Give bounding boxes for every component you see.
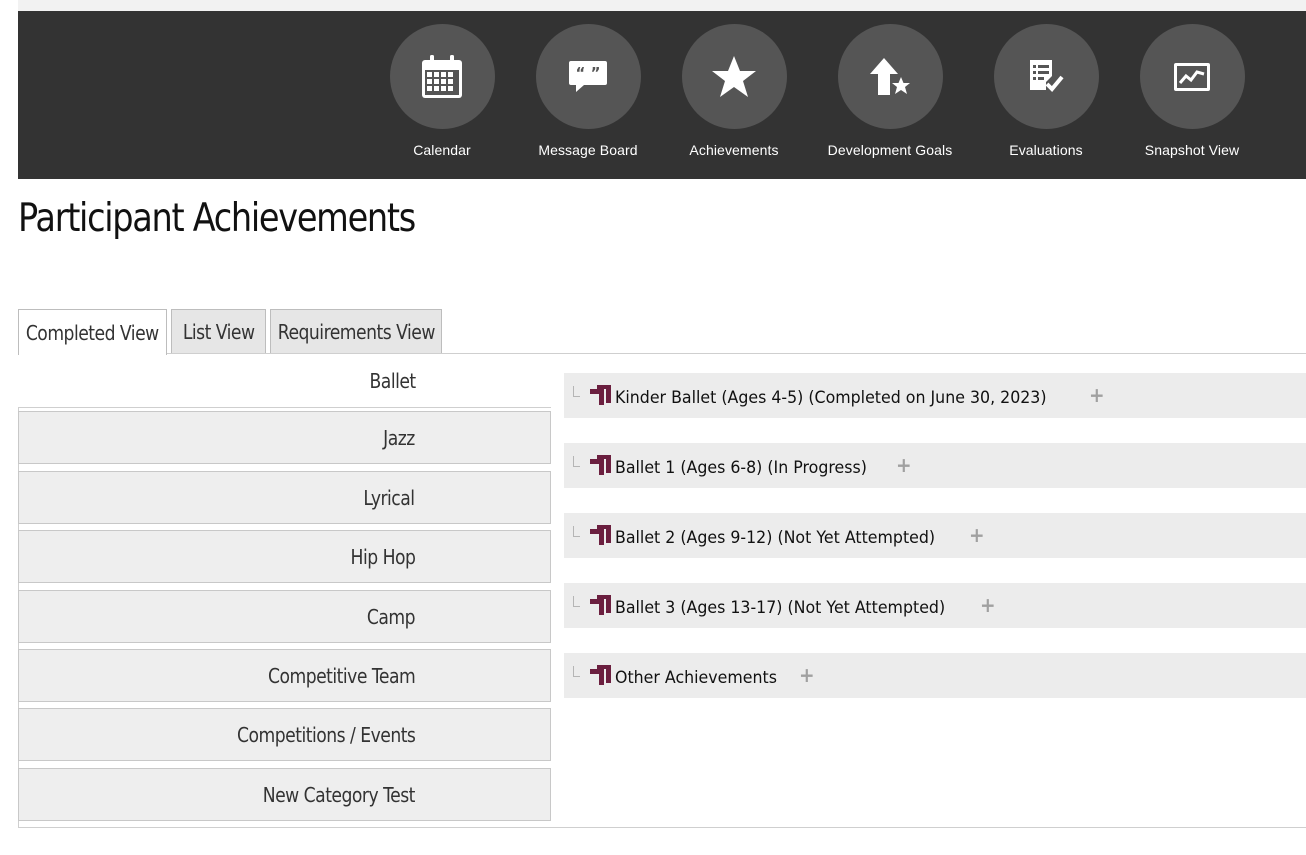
tree-connector [573,666,580,677]
icon-navbar: Calendar “ ” Message Board Achievements … [18,11,1306,179]
achievement-label: Kinder Ballet (Ages 4-5) (Completed on J… [615,388,1047,408]
expand-plus-icon[interactable]: + [896,453,912,477]
category-competitive-team[interactable]: Competitive Team [18,649,551,702]
arrow-up-star-icon [870,57,910,95]
nav-snapshot-view-label: Snapshot View [1144,142,1240,158]
calendar-icon [422,54,462,98]
tree-connector [573,526,580,537]
tab-list-view[interactable]: List View [171,309,266,353]
category-camp[interactable]: Camp [18,590,551,643]
nav-development-goals[interactable]: Development Goals [815,24,965,158]
achievement-level-icon [590,385,611,405]
tree-connector [573,456,580,467]
achievement-level-icon [590,455,611,475]
panel-bottom-border [18,827,1306,828]
tab-requirements-view[interactable]: Requirements View [270,309,442,353]
nav-achievements-label: Achievements [689,142,779,158]
page-title: Participant Achievements [18,196,416,241]
achievement-row[interactable]: Other Achievements + [564,653,1306,698]
nav-snapshot-view[interactable]: Snapshot View [1117,24,1267,158]
achievement-label: Ballet 1 (Ages 6-8) (In Progress) [615,458,867,478]
nav-achievements[interactable]: Achievements [659,24,809,158]
message-board-icon: “ ” [569,60,607,92]
tab-completed-view[interactable]: Completed View [18,309,167,355]
top-strip [18,0,1306,11]
chart-icon [1174,62,1210,91]
category-new-category-test[interactable]: New Category Test [18,768,551,821]
nav-message-board[interactable]: “ ” Message Board [513,24,663,158]
achievement-row[interactable]: Kinder Ballet (Ages 4-5) (Completed on J… [564,373,1306,418]
achievement-row[interactable]: Ballet 1 (Ages 6-8) (In Progress) + [564,443,1306,488]
achievement-row[interactable]: Ballet 2 (Ages 9-12) (Not Yet Attempted)… [564,513,1306,558]
achievement-level-icon [590,525,611,545]
nav-message-board-label: Message Board [538,142,638,158]
tree-connector [573,386,580,397]
achievement-label: Ballet 3 (Ages 13-17) (Not Yet Attempted… [615,598,946,618]
star-icon [712,55,756,97]
category-jazz[interactable]: Jazz [18,411,551,464]
expand-plus-icon[interactable]: + [969,523,985,547]
category-hip-hop[interactable]: Hip Hop [18,530,551,583]
expand-plus-icon[interactable]: + [980,593,996,617]
achievement-label: Ballet 2 (Ages 9-12) (Not Yet Attempted) [615,528,936,548]
checklist-icon [1030,59,1064,92]
tree-connector [573,596,580,607]
achievement-level-icon [590,665,611,685]
expand-plus-icon[interactable]: + [799,663,815,687]
expand-plus-icon[interactable]: + [1089,383,1105,407]
achievement-row[interactable]: Ballet 3 (Ages 13-17) (Not Yet Attempted… [564,583,1306,628]
achievement-level-icon [590,595,611,615]
nav-evaluations-label: Evaluations [1009,142,1083,158]
nav-calendar-label: Calendar [413,142,471,158]
nav-development-goals-label: Development Goals [827,142,953,158]
svg-text:“ ”: “ ” [576,64,601,82]
category-lyrical[interactable]: Lyrical [18,471,551,524]
category-ballet[interactable]: Ballet [18,354,551,408]
nav-calendar[interactable]: Calendar [367,24,517,158]
nav-evaluations[interactable]: Evaluations [971,24,1121,158]
category-competitions-events[interactable]: Competitions / Events [18,708,551,761]
achievement-label: Other Achievements [615,668,777,688]
